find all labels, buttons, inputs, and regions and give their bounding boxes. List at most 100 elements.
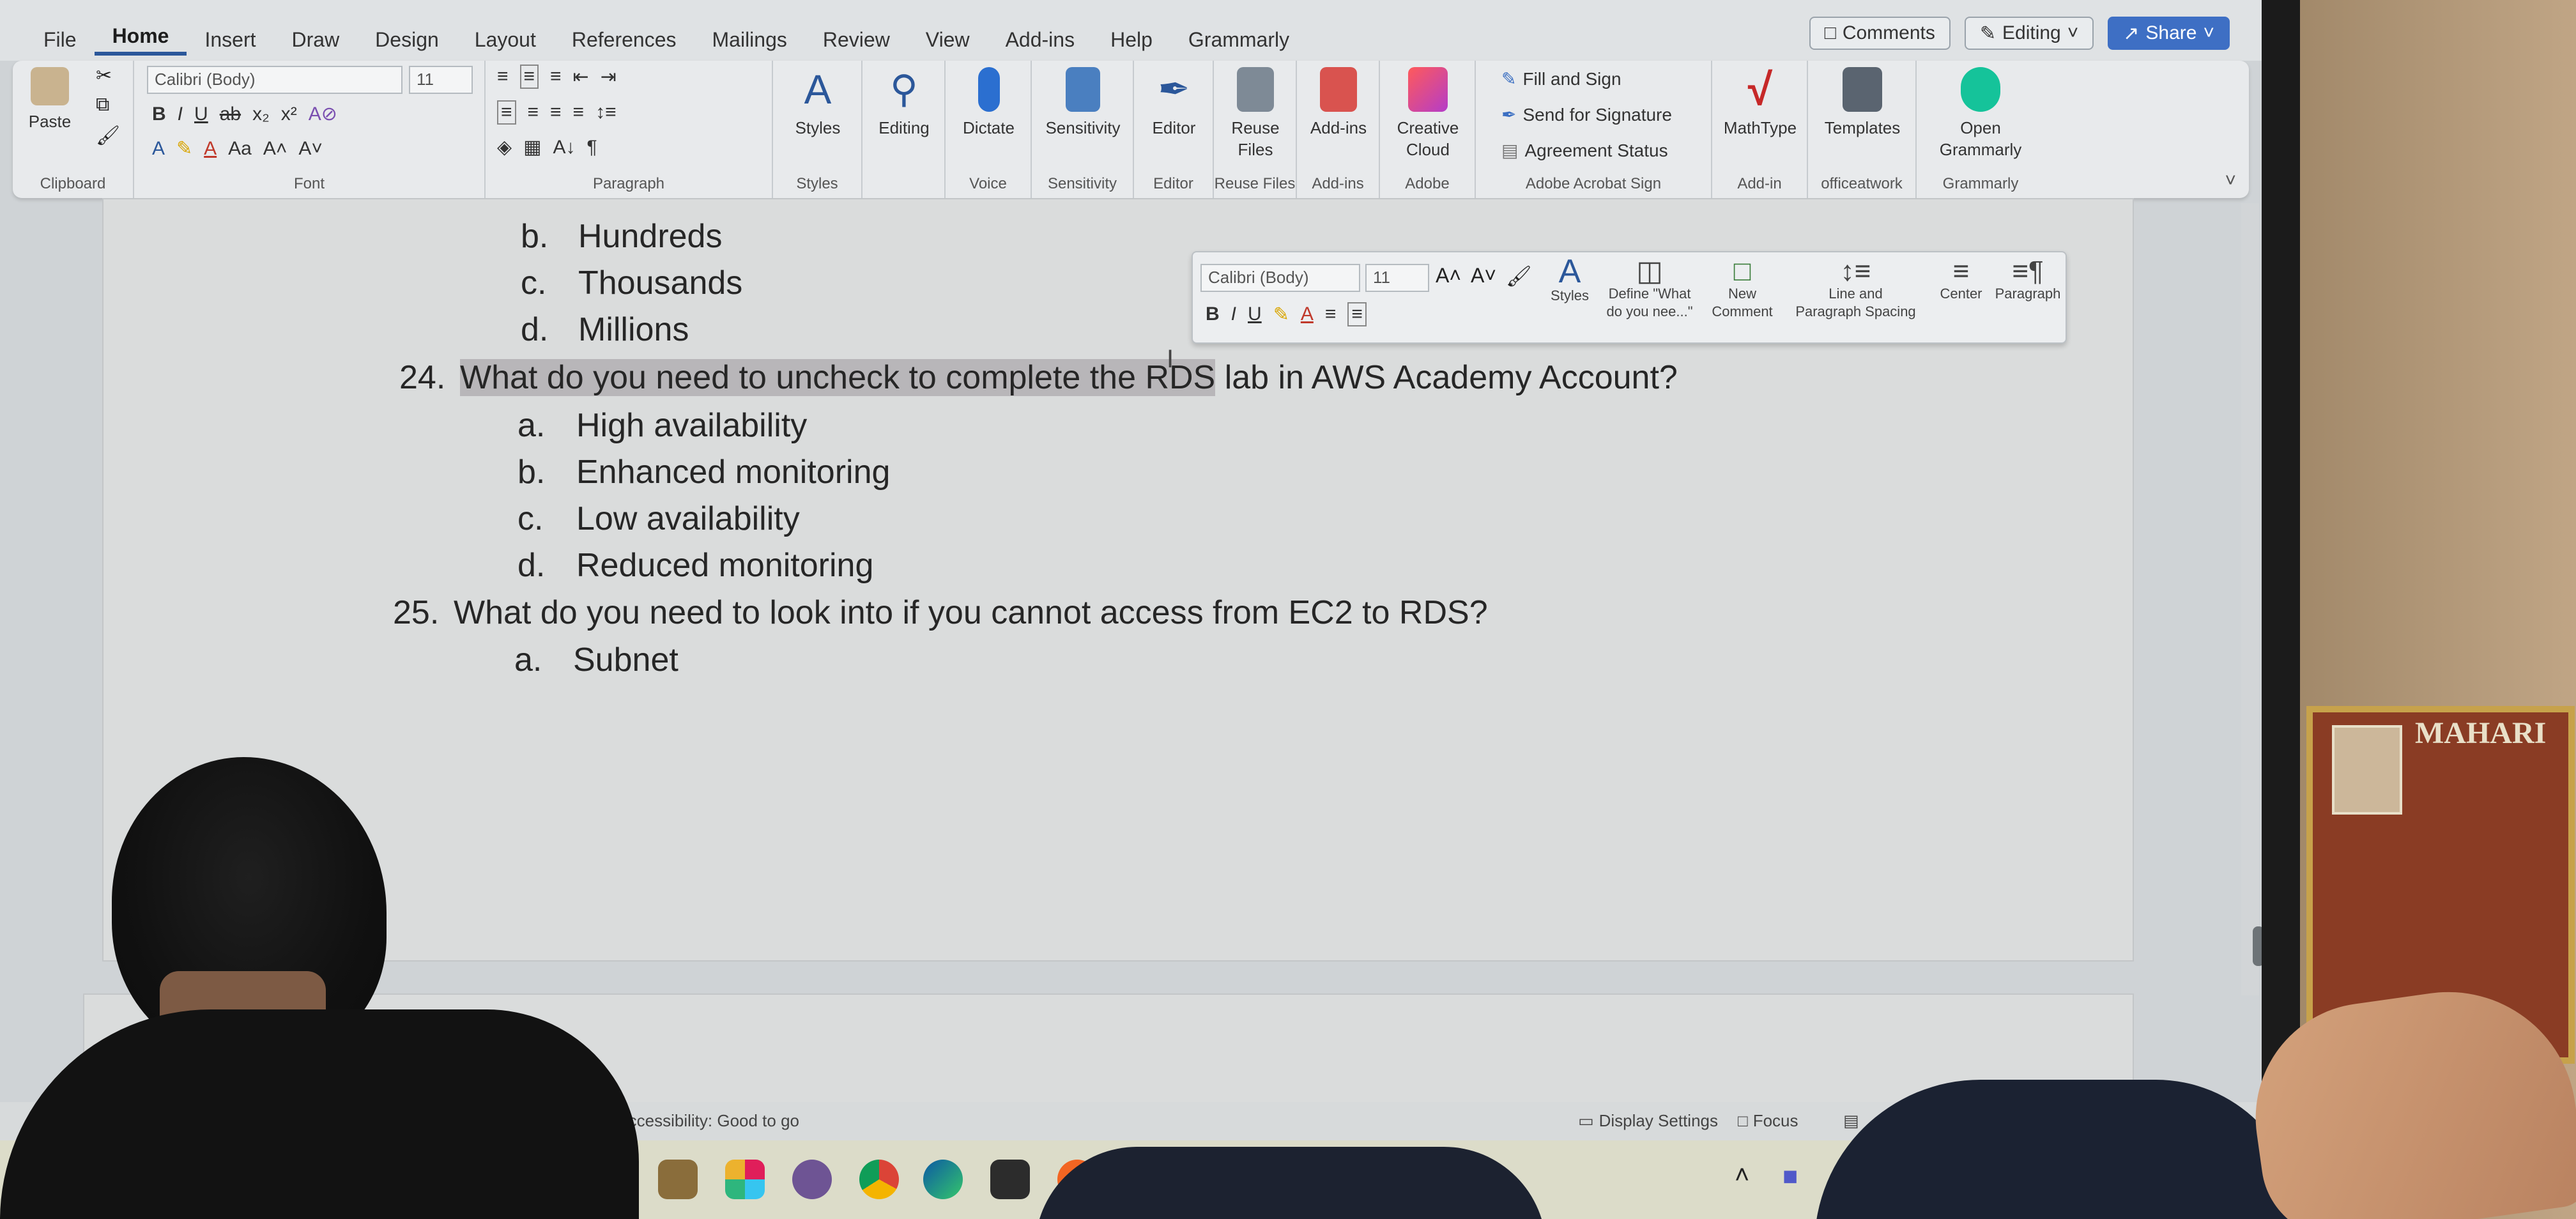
send-for-signature-button[interactable]: ✒ Send for Signature xyxy=(1501,104,1672,125)
italic-icon[interactable]: I xyxy=(178,103,183,125)
focus-button[interactable]: □ Focus xyxy=(1738,1111,1798,1131)
bold-icon[interactable]: B xyxy=(1206,303,1220,325)
center-button[interactable]: ≡ Center xyxy=(1931,257,1991,303)
selected-text[interactable]: What do you need to uncheck to complete … xyxy=(460,359,1216,396)
display-settings-button[interactable]: ▭ Display Settings xyxy=(1578,1111,1718,1131)
editing-mode-button[interactable]: ✎ Editing ˅ xyxy=(1964,17,2094,50)
align-right-icon[interactable]: ≡ xyxy=(550,102,562,123)
bullets-icon[interactable]: ≡ xyxy=(497,66,509,88)
grow-font-icon[interactable]: A˄ xyxy=(263,138,288,160)
strikethrough-icon[interactable]: ab xyxy=(220,103,241,125)
paragraph-group-label: Paragraph xyxy=(592,175,665,192)
tab-insert[interactable]: Insert xyxy=(187,28,273,56)
paste-button[interactable]: Paste xyxy=(24,67,75,132)
cut-icon[interactable]: ✂ xyxy=(96,65,112,87)
sort-icon[interactable]: A↓ xyxy=(553,137,575,158)
tab-mailings[interactable]: Mailings xyxy=(694,28,805,56)
slack-icon[interactable] xyxy=(725,1160,765,1199)
tab-draw[interactable]: Draw xyxy=(274,28,358,56)
text-effects-icon[interactable]: A xyxy=(152,138,165,160)
share-button[interactable]: ↗ Share ˅ xyxy=(2108,17,2230,50)
change-case-icon[interactable]: Aa xyxy=(228,138,252,160)
increase-indent-icon[interactable]: ⇥ xyxy=(601,66,617,88)
font-color-icon[interactable]: A xyxy=(1301,303,1314,325)
new-comment-button[interactable]: □ New Comment xyxy=(1704,257,1781,321)
tray-app-icon[interactable]: ■ xyxy=(1782,1162,1798,1191)
styles-button[interactable]: A Styles xyxy=(779,67,856,139)
tab-help[interactable]: Help xyxy=(1092,28,1170,56)
collapse-ribbon-icon[interactable]: ˅ xyxy=(2225,170,2236,192)
editor-button[interactable]: ✒ Editor xyxy=(1137,67,1211,139)
vertical-scrollbar[interactable] xyxy=(2241,203,2259,995)
tab-home[interactable]: Home xyxy=(94,24,187,56)
numbering-icon[interactable]: ≡ xyxy=(1347,302,1367,326)
tab-add-ins[interactable]: Add-ins xyxy=(988,28,1093,56)
underline-icon[interactable]: U xyxy=(1248,303,1262,325)
open-grammarly-button[interactable]: Open Grammarly xyxy=(1923,67,2038,160)
add-ins-button[interactable]: Add-ins xyxy=(1300,67,1377,139)
fill-and-sign-button[interactable]: ✎ Fill and Sign xyxy=(1501,68,1621,89)
font-size-select[interactable]: 11 xyxy=(409,66,473,94)
grow-font-icon[interactable]: A˄ xyxy=(1436,264,1461,288)
line-spacing-icon[interactable]: ↕≡ xyxy=(595,102,617,123)
mathtype-radical-icon: √ xyxy=(1747,65,1773,114)
underline-icon[interactable]: U xyxy=(194,103,208,125)
read-mode-button[interactable]: ▤ xyxy=(1843,1111,1859,1131)
superscript-icon[interactable]: x² xyxy=(281,103,297,125)
poster-portrait xyxy=(2332,725,2402,815)
terminal-icon[interactable] xyxy=(990,1160,1030,1199)
mini-styles-button[interactable]: A Styles xyxy=(1541,255,1598,305)
scrollbar-thumb[interactable] xyxy=(2253,926,2262,966)
shrink-font-icon[interactable]: A˅ xyxy=(298,138,323,160)
tab-file[interactable]: File xyxy=(26,28,95,56)
creative-cloud-button[interactable]: Creative Cloud xyxy=(1383,67,1473,160)
copy-icon[interactable]: ⧉ xyxy=(96,94,109,116)
tab-view[interactable]: View xyxy=(908,28,988,56)
font-color-icon[interactable]: A xyxy=(204,138,217,160)
mathtype-button[interactable]: √ MathType xyxy=(1715,67,1805,139)
tab-design[interactable]: Design xyxy=(357,28,457,56)
editing-button[interactable]: ⚲ Editing xyxy=(866,67,942,139)
decrease-indent-icon[interactable]: ⇤ xyxy=(573,66,589,88)
define-button[interactable]: ◫ Define "What do you nee..." xyxy=(1602,257,1698,321)
shrink-font-icon[interactable]: A˅ xyxy=(1471,264,1496,288)
italic-icon[interactable]: I xyxy=(1231,303,1236,325)
format-painter-icon[interactable]: 🖌 xyxy=(96,125,120,147)
line-spacing-button[interactable]: ↕≡ Line and Paragraph Spacing xyxy=(1784,257,1928,321)
templates-button[interactable]: Templates xyxy=(1811,67,1913,139)
highlight-icon[interactable]: ✎ xyxy=(176,137,192,160)
align-left-icon[interactable]: ≡ xyxy=(497,100,516,125)
borders-icon[interactable]: ▦ xyxy=(523,136,541,158)
dictate-button[interactable]: Dictate xyxy=(949,67,1029,139)
tab-review[interactable]: Review xyxy=(805,28,908,56)
multilevel-list-icon[interactable]: ≡ xyxy=(550,66,562,88)
font-name-select[interactable]: Calibri (Body) xyxy=(147,66,402,94)
highlight-icon[interactable]: ✎ xyxy=(1273,303,1289,326)
edge-icon[interactable] xyxy=(923,1160,963,1199)
github-icon[interactable] xyxy=(792,1160,832,1199)
file-manager-icon[interactable] xyxy=(658,1160,698,1199)
justify-icon[interactable]: ≡ xyxy=(573,102,585,123)
chevron-up-icon[interactable]: ˄ xyxy=(1735,1161,1749,1190)
comments-button[interactable]: □ Comments xyxy=(1809,17,1951,50)
subscript-icon[interactable]: x₂ xyxy=(252,103,270,125)
show-marks-icon[interactable]: ¶ xyxy=(586,137,597,158)
mini-size-select[interactable]: 11 xyxy=(1365,264,1429,292)
chrome-icon[interactable] xyxy=(859,1160,899,1199)
agreement-status-button[interactable]: ▤ Agreement Status xyxy=(1501,140,1668,161)
shading-icon[interactable]: ◈ xyxy=(497,136,512,158)
tab-layout[interactable]: Layout xyxy=(457,28,554,56)
reuse-files-button[interactable]: Reuse Files xyxy=(1217,67,1294,160)
mini-font-select[interactable]: Calibri (Body) xyxy=(1200,264,1360,292)
list-item-text: Subnet xyxy=(573,641,678,678)
align-center-icon[interactable]: ≡ xyxy=(528,102,539,123)
clear-formatting-icon[interactable]: A⊘ xyxy=(309,103,337,125)
bold-icon[interactable]: B xyxy=(152,103,166,125)
format-painter-icon[interactable]: 🖌 xyxy=(1506,264,1532,288)
tab-grammarly[interactable]: Grammarly xyxy=(1170,28,1307,56)
paragraph-button[interactable]: ≡¶ Paragraph xyxy=(1993,257,2063,303)
tab-references[interactable]: References xyxy=(554,28,694,56)
numbering-icon[interactable]: ≡ xyxy=(519,65,539,89)
bullets-icon[interactable]: ≡ xyxy=(1325,303,1337,325)
sensitivity-button[interactable]: Sensitivity xyxy=(1035,67,1131,139)
